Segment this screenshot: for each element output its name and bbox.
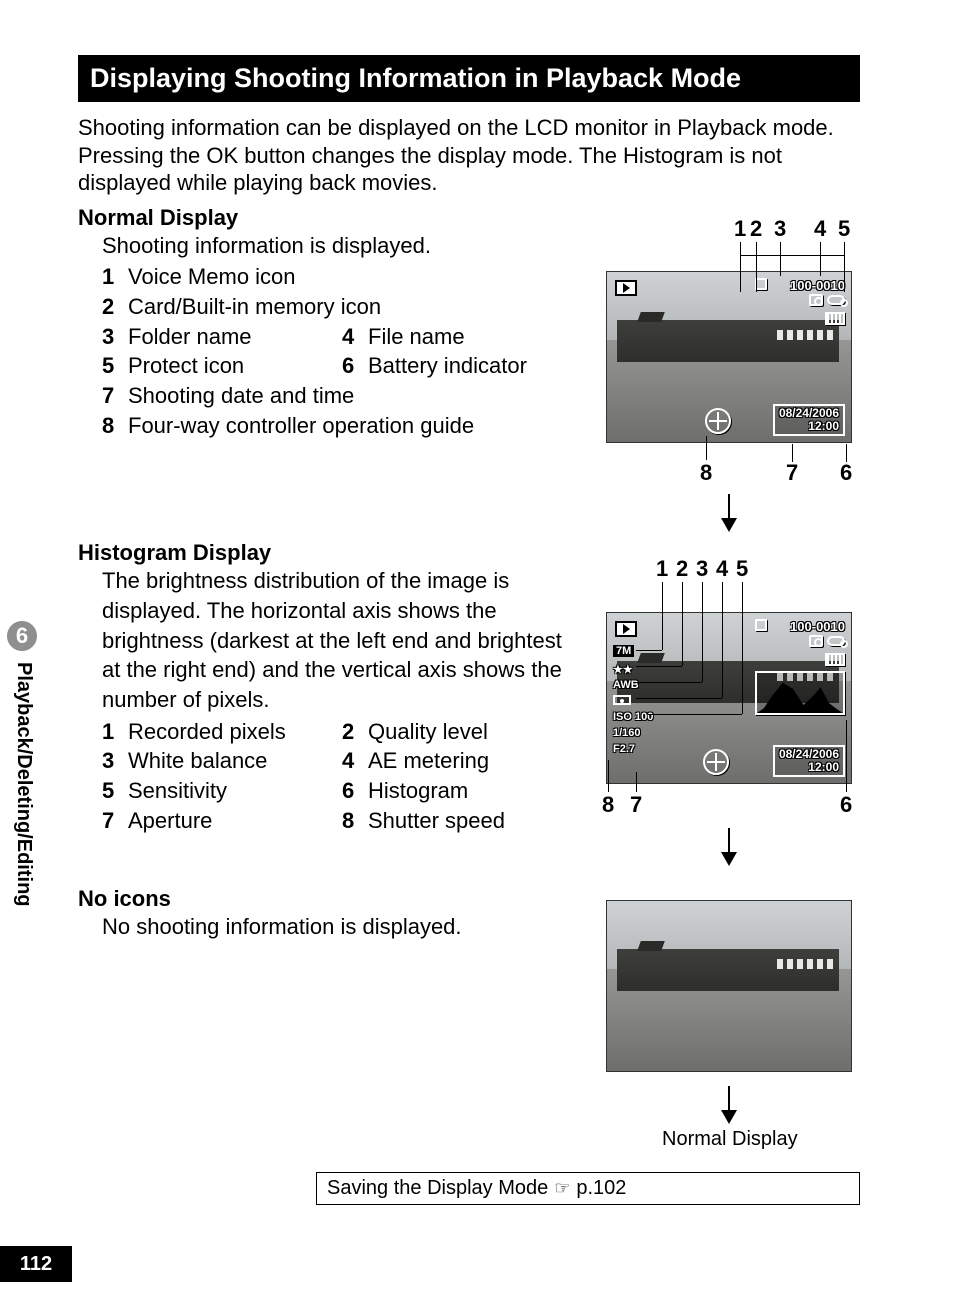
callout-n4: 4 bbox=[814, 216, 826, 242]
page-number: 112 bbox=[0, 1246, 72, 1282]
callout-h2: 2 bbox=[676, 556, 688, 582]
callout-h8: 8 bbox=[602, 792, 614, 818]
callout-h6: 6 bbox=[840, 792, 852, 818]
protect-icon bbox=[827, 295, 845, 305]
chapter-tab: 6 Playback/Deleting/Editing bbox=[0, 618, 44, 1028]
histogram-desc: The brightness distribution of the image… bbox=[102, 566, 582, 714]
normal-desc: Shooting information is displayed. bbox=[102, 231, 582, 261]
folder-file-text: 100-0010 bbox=[790, 619, 845, 634]
playback-icon bbox=[615, 621, 637, 637]
date-time-box: 08/24/200612:00 bbox=[773, 404, 845, 436]
protect-icon bbox=[827, 636, 845, 646]
callout-h5: 5 bbox=[736, 556, 748, 582]
callout-n8: 8 bbox=[700, 460, 712, 486]
callout-n6: 6 bbox=[840, 460, 852, 486]
callout-n3: 3 bbox=[774, 216, 786, 242]
recorded-pixels-label: 7M bbox=[613, 645, 634, 657]
histogram-legend: 1Recorded pixels 2Quality level 3White b… bbox=[102, 717, 582, 836]
crossref-box: Saving the Display Mode ☞ p.102 bbox=[316, 1172, 860, 1205]
crossref-text: Saving the Display Mode bbox=[327, 1177, 548, 1200]
voice-memo-icon bbox=[809, 635, 823, 647]
noicons-desc: No shooting information is displayed. bbox=[102, 912, 582, 942]
voice-memo-icon bbox=[809, 294, 823, 306]
callout-n7: 7 bbox=[786, 460, 798, 486]
arrow-down-icon bbox=[728, 828, 730, 864]
folder-icon bbox=[755, 619, 767, 631]
arrow-down-icon bbox=[728, 494, 730, 530]
normal-legend: 1Voice Memo icon 2Card/Built-in memory i… bbox=[102, 262, 582, 440]
chapter-number-bullet: 6 bbox=[4, 618, 40, 654]
arrow-down-icon bbox=[728, 1086, 730, 1122]
playback-icon bbox=[615, 280, 637, 296]
fourway-icon bbox=[705, 408, 731, 434]
callout-h4: 4 bbox=[716, 556, 728, 582]
callout-h3: 3 bbox=[696, 556, 708, 582]
callout-n1: 1 bbox=[734, 216, 746, 242]
return-label: Normal Display bbox=[662, 1128, 798, 1151]
crossref-page: p.102 bbox=[576, 1177, 626, 1200]
date-time-box: 08/24/200612:00 bbox=[773, 745, 845, 777]
quality-label: ★★ bbox=[613, 663, 633, 676]
callout-h7: 7 bbox=[630, 792, 642, 818]
iso-label: ISO 100 bbox=[613, 711, 653, 723]
pointer-icon: ☞ bbox=[554, 1178, 570, 1199]
metering-icon bbox=[613, 695, 631, 705]
folder-file-text: 100-0010 bbox=[790, 278, 845, 293]
wb-label: AWB bbox=[613, 679, 639, 691]
callout-n2: 2 bbox=[750, 216, 762, 242]
page-title: Displaying Shooting Information in Playb… bbox=[78, 55, 860, 102]
battery-icon bbox=[825, 653, 845, 666]
shutter-label: 1/160 bbox=[613, 727, 641, 739]
callout-n5: 5 bbox=[838, 216, 850, 242]
lcd-normal: 100-0010 08/24/200612:00 bbox=[606, 271, 852, 443]
intro-text: Shooting information can be displayed on… bbox=[78, 114, 864, 197]
histogram-box bbox=[755, 671, 845, 715]
battery-icon bbox=[825, 312, 845, 325]
fourway-icon bbox=[703, 749, 729, 775]
aperture-label: F2.7 bbox=[613, 743, 635, 755]
lcd-noicons bbox=[606, 900, 852, 1072]
chapter-number: 6 bbox=[16, 623, 28, 649]
callout-h1: 1 bbox=[656, 556, 668, 582]
chapter-label: Playback/Deleting/Editing bbox=[12, 662, 35, 907]
